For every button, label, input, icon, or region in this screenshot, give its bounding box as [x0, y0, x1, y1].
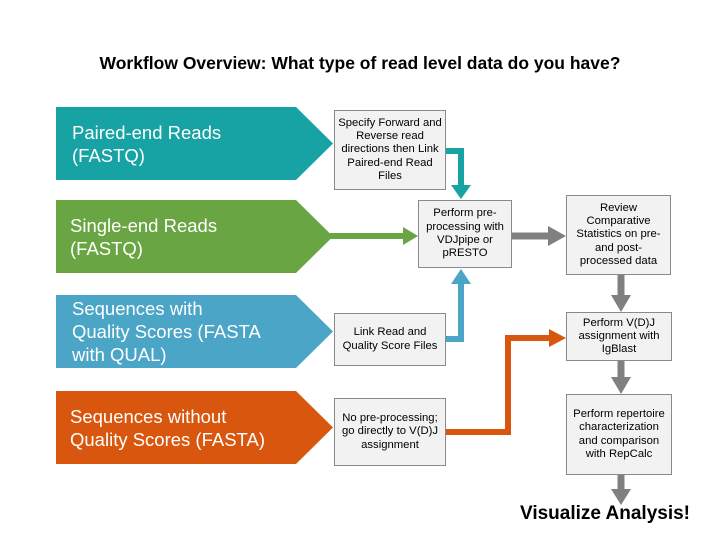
connector-paired-to-preprocess [446, 148, 464, 186]
connector-arrowhead-fasta [549, 329, 566, 347]
input-label-fasta-qual-line1: Sequences with [72, 298, 203, 319]
step-specify-directions: Specify Forward and Reverse read directi… [334, 110, 446, 190]
input-label-fasta-qual: Sequences with Quality Scores (FASTA wit… [72, 297, 261, 366]
input-label-fasta-qual-line2: Quality Scores (FASTA [72, 321, 261, 342]
input-label-single-end: Single-end Reads (FASTQ) [70, 214, 217, 260]
input-label-fasta-qual-line3: with QUAL) [72, 344, 167, 365]
input-label-paired-end-line2: (FASTQ) [72, 145, 145, 166]
step-review-stats-text: Review Comparative Statistics on pre- an… [576, 201, 661, 267]
step-specify-directions-text: Specify Forward and Reverse read directi… [338, 116, 442, 182]
step-repertoire-text: Perform repertoire characterization and … [573, 407, 665, 460]
connector-arrowhead-repertoire [611, 377, 631, 394]
final-step-label: Visualize Analysis! [519, 503, 691, 524]
connector-arrowhead-single [403, 227, 418, 245]
step-repertoire: Perform repertoire characterization and … [566, 394, 672, 475]
step-link-quality: Link Read and Quality Score Files [334, 313, 446, 366]
step-no-preprocessing: No pre-processing; go directly to V(D)J … [334, 398, 446, 466]
connector-arrowhead-vdj [611, 295, 631, 312]
connector-arrowhead-review [548, 226, 566, 246]
input-label-single-end-line1: Single-end Reads [70, 215, 218, 236]
input-label-single-end-line2: (FASTQ) [70, 238, 143, 259]
connector-qual-to-preprocess [446, 283, 464, 342]
step-link-quality-text: Link Read and Quality Score Files [342, 326, 438, 352]
connector-arrowhead-paired [451, 185, 471, 199]
step-vdj-assign-text: Perform V(D)J assignment with IgBlast [578, 316, 660, 356]
input-label-fasta: Sequences without Quality Scores (FASTA) [70, 405, 265, 451]
connector-fasta-to-vdj [446, 335, 550, 435]
input-label-fasta-line2: Quality Scores (FASTA) [70, 429, 265, 450]
step-preprocess-text: Perform pre-processing with VDJpipe or p… [426, 207, 504, 260]
step-review-stats: Review Comparative Statistics on pre- an… [566, 195, 671, 275]
step-preprocess: Perform pre-processing with VDJpipe or p… [418, 200, 512, 268]
step-vdj-assign: Perform V(D)J assignment with IgBlast [566, 312, 672, 361]
step-no-preprocessing-text: No pre-processing; go directly to V(D)J … [341, 412, 439, 451]
input-label-paired-end: Paired-end Reads (FASTQ) [72, 121, 221, 167]
connector-arrowhead-qual [451, 269, 471, 284]
input-label-fasta-line1: Sequences without [70, 406, 227, 427]
input-label-paired-end-line1: Paired-end Reads [72, 122, 222, 143]
